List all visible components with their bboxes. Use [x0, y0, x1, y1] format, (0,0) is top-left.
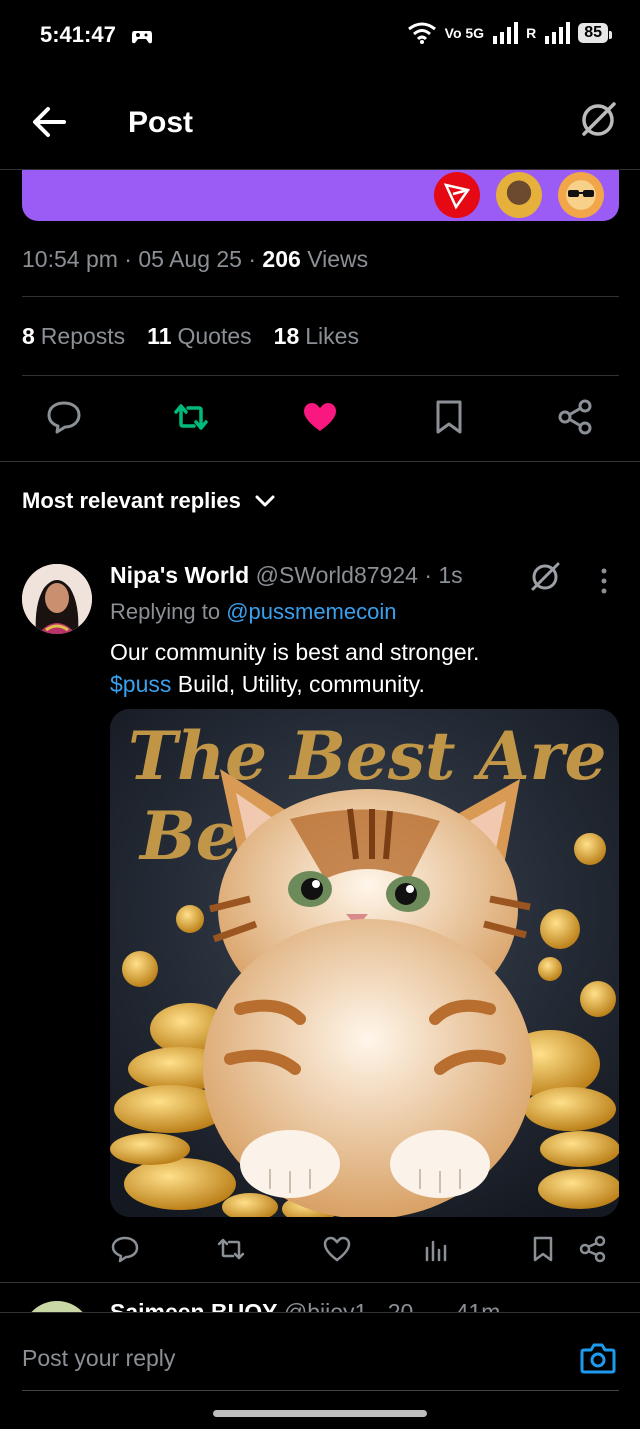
likes-label: Likes: [305, 323, 359, 349]
quotes-stat[interactable]: 11 Quotes: [147, 323, 251, 350]
status-time: 5:41:47: [40, 22, 116, 47]
post-meta: 10:54 pm · 05 Aug 25 · 206 Views: [22, 246, 369, 272]
reply-text-line-2: Build, Utility, community.: [171, 671, 425, 697]
reply-input[interactable]: Post your reply: [22, 1345, 175, 1372]
reply-time: · 1s: [424, 562, 463, 588]
grok-icon[interactable]: [578, 100, 618, 140]
divider: [22, 296, 619, 297]
reply-author-name[interactable]: Saimeen BUOY: [110, 1299, 277, 1312]
views-chart-icon[interactable]: [422, 1234, 452, 1264]
replying-to-prefix: Replying to: [110, 599, 227, 624]
avatar[interactable]: [22, 564, 92, 634]
sunglasses-token-icon: [558, 172, 604, 218]
views-count: 206: [262, 246, 301, 272]
reply-extra: 41m: [455, 1299, 501, 1312]
avatar[interactable]: [22, 1301, 92, 1312]
reply-author-name[interactable]: Nipa's World: [110, 562, 249, 588]
reply-image[interactable]: The Best Are Best Cat: [110, 709, 619, 1217]
like-heart-icon[interactable]: [301, 398, 339, 436]
reply-icon[interactable]: [45, 398, 83, 436]
views-label: Views: [307, 246, 369, 272]
quotes-count: 11: [147, 323, 172, 349]
network-label: Vo 5G: [444, 25, 485, 41]
divider: [22, 1390, 619, 1391]
cat-token-icon: [496, 172, 542, 218]
reply-header: Nipa's World @SWorld87924 · 1s: [110, 562, 463, 589]
wifi-icon: [407, 22, 436, 44]
likes-stat[interactable]: 18 Likes: [274, 323, 359, 350]
status-icons: Vo 5G R 85: [407, 22, 612, 44]
replies-sort-label: Most relevant replies: [22, 488, 241, 513]
camera-icon[interactable]: [580, 1341, 616, 1375]
list-item[interactable]: Saimeen BUOY @bijoy1 · 20 41m: [0, 1282, 640, 1312]
likes-count: 18: [273, 323, 300, 349]
battery-indicator: 85: [578, 23, 612, 43]
status-bar: 5:41:47 Vo 5G R 85: [0, 0, 640, 72]
app-header: Post: [0, 72, 640, 170]
back-arrow-icon[interactable]: [30, 104, 70, 140]
replying-to: Replying to @pussmemecoin: [110, 599, 396, 625]
reposts-label: Reposts: [40, 323, 126, 349]
page-title: Post: [128, 106, 194, 139]
post-date: 05 Aug 25: [138, 246, 242, 272]
repost-icon[interactable]: [172, 398, 210, 436]
signal-icon-2: [545, 22, 571, 44]
reply-header: Saimeen BUOY @bijoy1 · 20 41m: [110, 1299, 500, 1312]
share-icon[interactable]: [556, 398, 594, 436]
bookmark-icon[interactable]: [430, 398, 468, 436]
image-text-top: The Best Are: [128, 717, 606, 795]
game-controller-icon: [132, 31, 152, 44]
reply-text-line-1: Our community is best and stronger.: [110, 639, 480, 665]
more-options-icon[interactable]: [592, 566, 616, 596]
like-heart-icon[interactable]: [322, 1234, 352, 1264]
share-icon[interactable]: [578, 1234, 608, 1264]
roaming-label: R: [526, 25, 537, 41]
signal-icon: [493, 22, 519, 44]
reposts-count: 8: [22, 323, 35, 349]
post-time: 10:54 pm: [22, 246, 118, 272]
bookmark-icon[interactable]: [528, 1234, 558, 1264]
divider: [22, 375, 619, 376]
home-indicator[interactable]: [213, 1410, 427, 1417]
reposts-stat[interactable]: 8 Reposts: [22, 323, 125, 350]
reply-time: · 20: [373, 1299, 414, 1312]
repost-icon[interactable]: [216, 1234, 246, 1264]
reply-author-handle[interactable]: @bijoy1: [284, 1299, 367, 1312]
reply-action-bar: [110, 1230, 620, 1270]
reply-icon[interactable]: [110, 1234, 140, 1264]
reply-body: Our community is best and stronger. $pus…: [110, 636, 620, 700]
replies-sort-dropdown[interactable]: Most relevant replies: [22, 488, 275, 514]
cashtag-link[interactable]: $puss: [110, 671, 171, 697]
reply-author-handle[interactable]: @SWorld87924: [256, 562, 418, 588]
post-stats: 8 Reposts 11 Quotes 18 Likes: [22, 323, 359, 350]
chevron-down-icon: [255, 495, 275, 507]
post-action-bar: [0, 378, 640, 462]
quoted-card[interactable]: [22, 170, 619, 221]
quotes-label: Quotes: [177, 323, 252, 349]
grok-icon[interactable]: [528, 560, 562, 594]
replying-to-handle[interactable]: @pussmemecoin: [226, 599, 396, 624]
tron-logo-icon: [434, 172, 480, 218]
reply-composer: Post your reply: [0, 1312, 640, 1429]
